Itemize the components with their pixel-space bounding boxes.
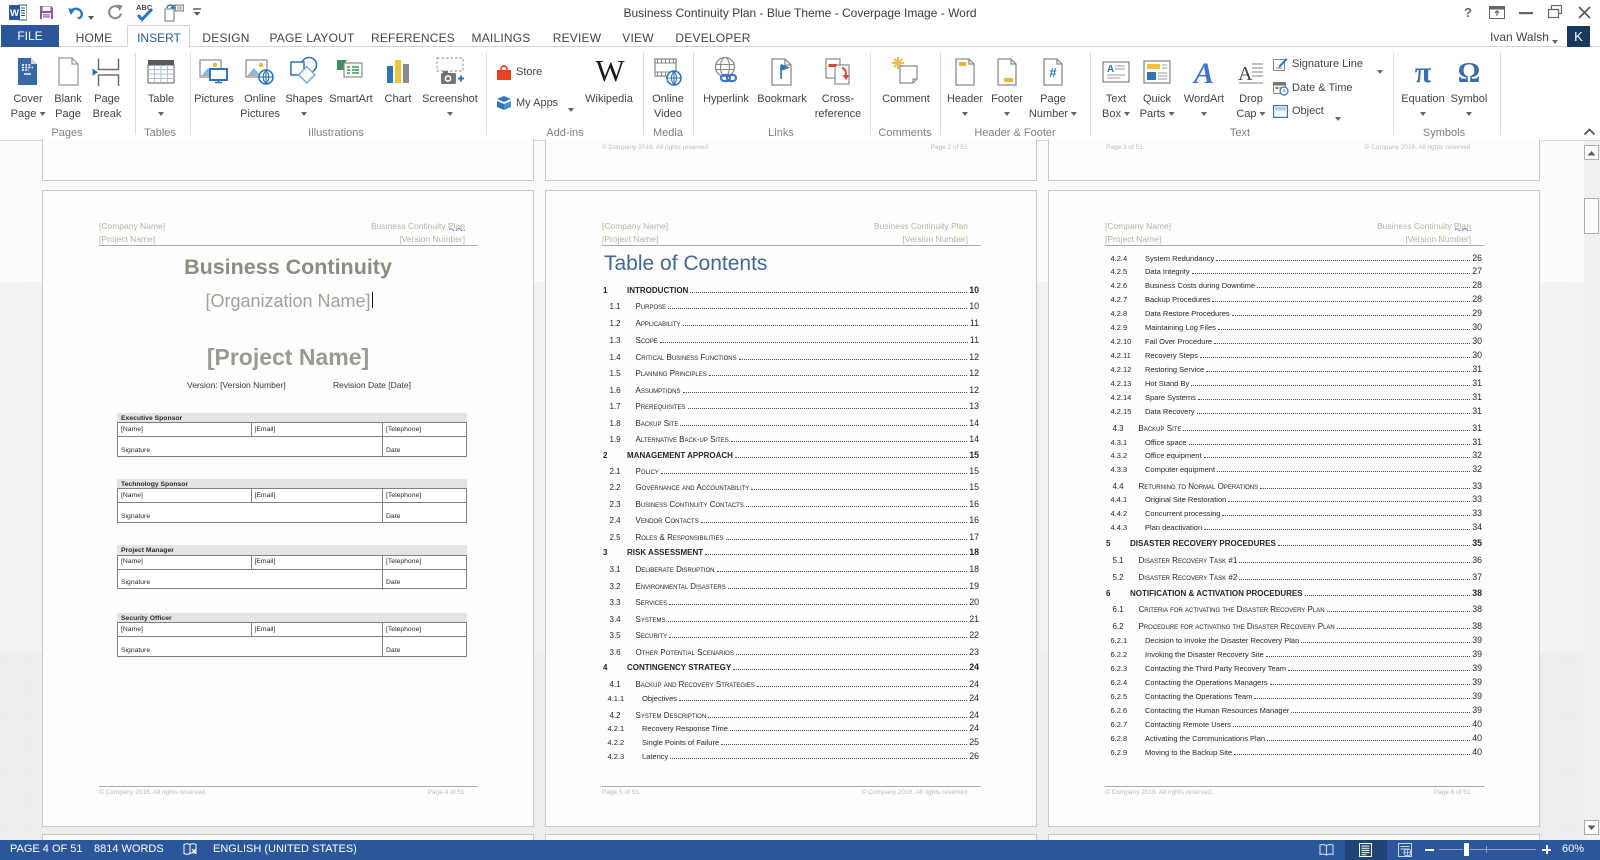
- svg-text:Ω: Ω: [1458, 58, 1480, 88]
- svg-text:π: π: [1415, 56, 1432, 88]
- svg-text:A: A: [1192, 57, 1214, 88]
- svg-text:#: #: [1049, 65, 1057, 80]
- svg-text:A: A: [1238, 63, 1253, 85]
- svg-text:A: A: [1107, 64, 1114, 75]
